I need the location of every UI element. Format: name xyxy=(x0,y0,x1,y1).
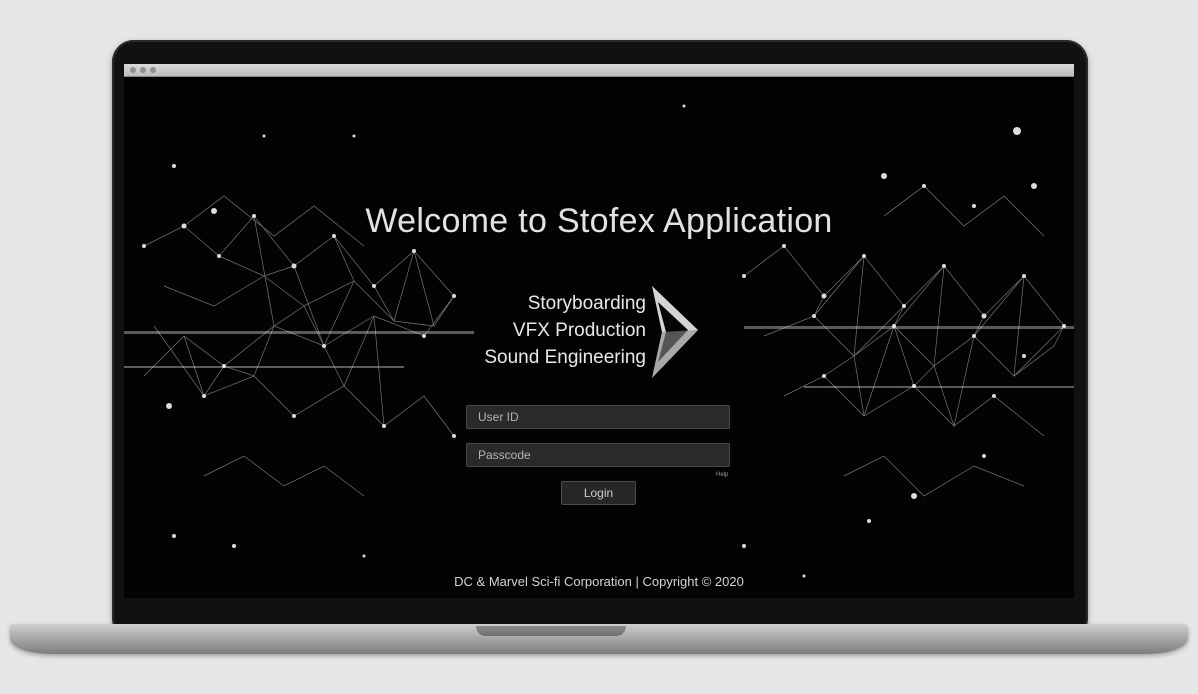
footer-copyright: DC & Marvel Sci-fi Corporation | Copyrig… xyxy=(454,574,744,589)
window-maximize-icon[interactable] xyxy=(150,67,156,73)
service-item: Sound Engineering xyxy=(484,347,646,368)
user-id-input[interactable] xyxy=(466,405,730,429)
service-item: VFX Production xyxy=(512,320,646,341)
page-title: Welcome to Stofex Application xyxy=(365,202,833,240)
laptop-hinge-notch xyxy=(476,626,626,636)
window-close-icon[interactable] xyxy=(130,67,136,73)
login-button[interactable]: Login xyxy=(561,481,636,505)
service-item: Storyboarding xyxy=(527,293,646,314)
help-link[interactable]: Help xyxy=(716,472,728,478)
passcode-input[interactable] xyxy=(466,443,730,467)
services-list: Storyboarding VFX Production Sound Engin… xyxy=(484,290,646,371)
play-triangle-logo-icon xyxy=(652,286,698,378)
laptop-screen: Welcome to Stofex Application Storyboard… xyxy=(124,64,1074,598)
window-minimize-icon[interactable] xyxy=(140,67,146,73)
